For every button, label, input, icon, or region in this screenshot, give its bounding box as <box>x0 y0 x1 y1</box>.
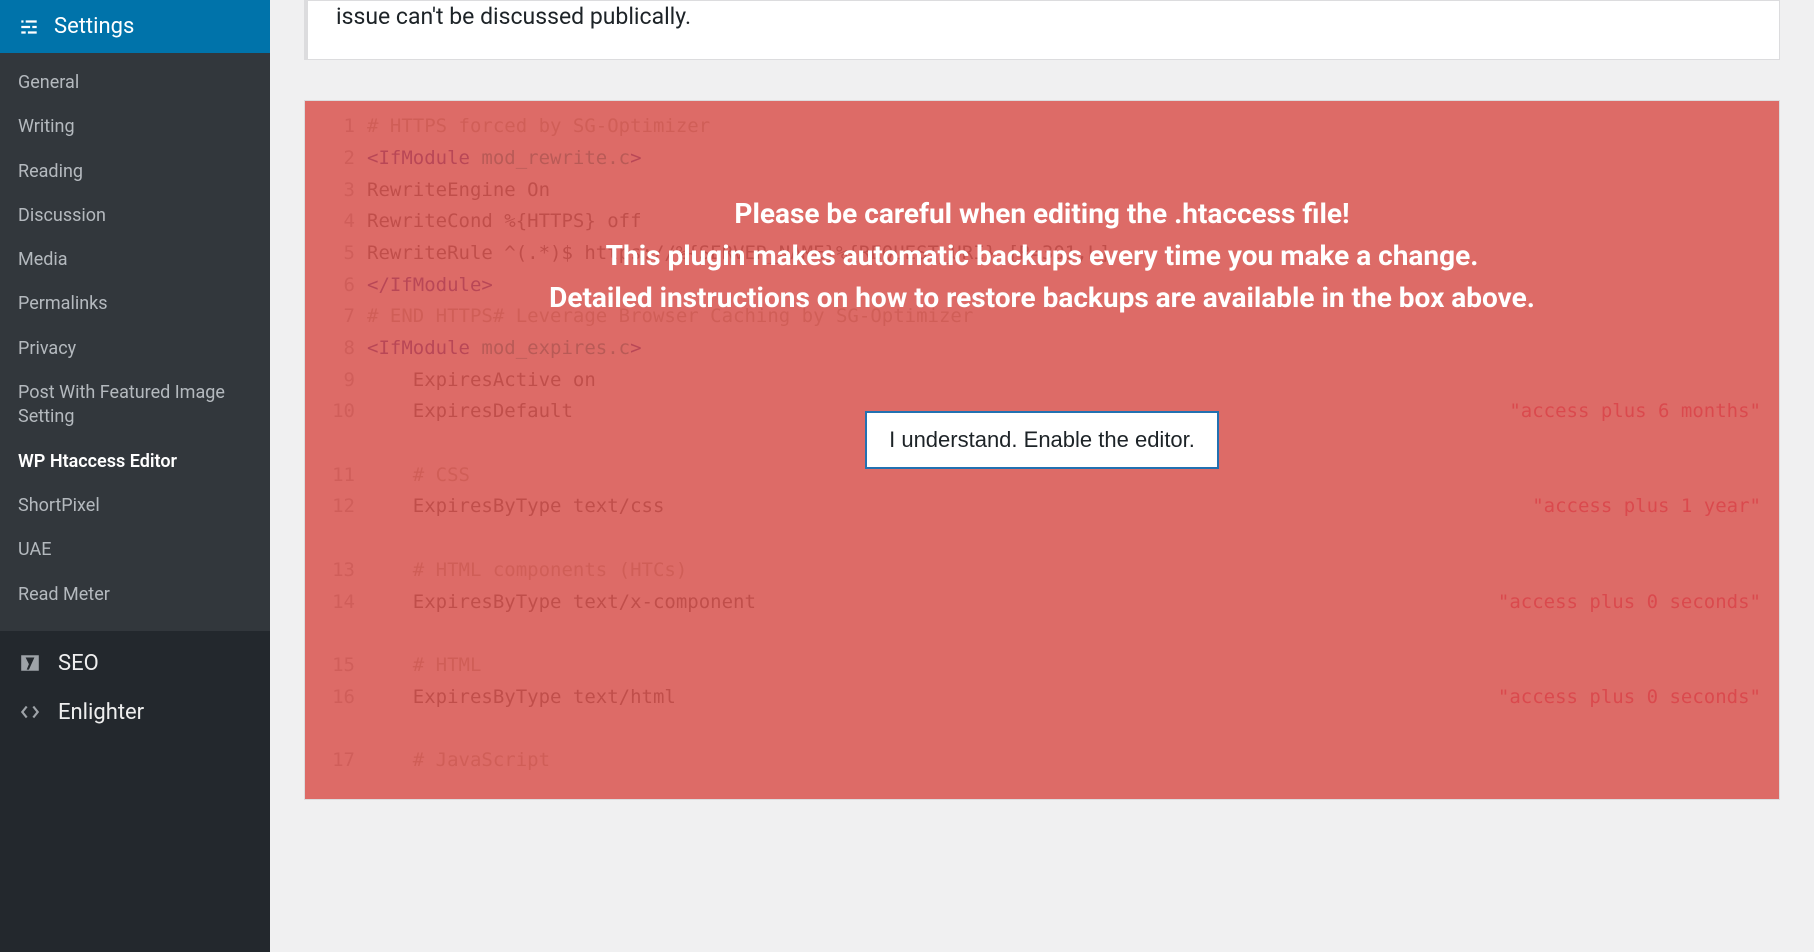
sliders-icon <box>18 16 40 38</box>
notice-box: issue can't be discussed publically. <box>304 0 1780 60</box>
sidebar-item-reading[interactable]: Reading <box>0 150 270 194</box>
sidebar-item-writing[interactable]: Writing <box>0 105 270 149</box>
sidebar-header-settings[interactable]: Settings <box>0 0 270 53</box>
sidebar-item-discussion[interactable]: Discussion <box>0 194 270 238</box>
sidebar-item-post-with-featured-image-setting[interactable]: Post With Featured Image Setting <box>0 371 270 440</box>
warning-line-2: This plugin makes automatic backups ever… <box>606 235 1479 277</box>
warning-line-3: Detailed instructions on how to restore … <box>549 277 1535 319</box>
sidebar-item-wp-htaccess-editor[interactable]: WP Htaccess Editor <box>0 440 270 484</box>
admin-sidebar: Settings GeneralWritingReadingDiscussion… <box>0 0 270 952</box>
sidebar-item-media[interactable]: Media <box>0 238 270 282</box>
sidebar-other-section: SEO Enlighter <box>0 631 270 737</box>
sidebar-item-shortpixel[interactable]: ShortPixel <box>0 484 270 528</box>
sidebar-item-label: Enlighter <box>58 700 144 725</box>
sidebar-header-label: Settings <box>54 14 134 39</box>
sidebar-item-label: SEO <box>58 651 99 676</box>
yoast-icon <box>18 651 42 675</box>
main-content: issue can't be discussed publically. 123… <box>270 0 1814 952</box>
sidebar-item-permalinks[interactable]: Permalinks <box>0 282 270 326</box>
sidebar-item-uae[interactable]: UAE <box>0 528 270 572</box>
htaccess-editor-wrap: 12345678910 1112 1314 1516 17 # HTTPS fo… <box>304 100 1780 800</box>
warning-line-1: Please be careful when editing the .htac… <box>734 193 1349 235</box>
enable-editor-button[interactable]: I understand. Enable the editor. <box>865 411 1219 469</box>
sidebar-item-privacy[interactable]: Privacy <box>0 327 270 371</box>
sidebar-item-seo[interactable]: SEO <box>0 639 270 688</box>
notice-text: issue can't be discussed publically. <box>336 3 691 30</box>
code-icon <box>18 700 42 724</box>
sidebar-item-general[interactable]: General <box>0 61 270 105</box>
editor-warning-overlay: Please be careful when editing the .htac… <box>305 101 1779 799</box>
sidebar-item-enlighter[interactable]: Enlighter <box>0 688 270 737</box>
settings-submenu: GeneralWritingReadingDiscussionMediaPerm… <box>0 53 270 631</box>
sidebar-item-read-meter[interactable]: Read Meter <box>0 573 270 617</box>
